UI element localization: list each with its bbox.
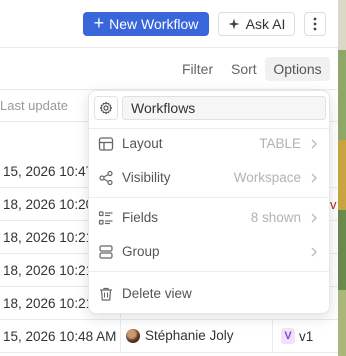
view-name-row xyxy=(89,91,329,127)
new-workflow-label: New Workflow xyxy=(109,16,199,32)
menu-item-label: Fields xyxy=(122,210,159,225)
avatar xyxy=(126,328,140,343)
gear-icon xyxy=(99,101,113,115)
updated-by-cell[interactable]: Stéphanie Joly xyxy=(126,328,234,343)
sparkle-icon xyxy=(228,18,240,30)
column-divider xyxy=(272,320,273,353)
version-label: v1 xyxy=(299,328,314,344)
share-icon xyxy=(99,170,113,186)
version-badge: V xyxy=(281,328,295,344)
version-cell-peek: v xyxy=(330,197,337,212)
menu-divider xyxy=(89,197,329,198)
menu-item-label: Group xyxy=(122,244,160,259)
menu-item-label: Delete view xyxy=(122,286,192,301)
group-icon xyxy=(99,245,113,259)
column-header-last-update[interactable]: Last update xyxy=(0,98,68,113)
chevron-right-icon xyxy=(311,247,317,257)
trash-icon xyxy=(100,287,112,301)
version-cell: V v1 xyxy=(281,328,313,344)
side-pane-edge xyxy=(338,0,346,356)
options-menu: Layout TABLE Visibility Workspace xyxy=(88,90,330,314)
menu-item-label: Layout xyxy=(122,136,163,151)
page-header: + New Workflow Ask AI xyxy=(0,0,338,48)
table-row[interactable]: 15, 2026 10:48 AM Stéphanie Joly V v1 xyxy=(0,320,338,353)
last-update-cell: 15, 2026 10:48 AM xyxy=(3,329,117,344)
view-name-input[interactable] xyxy=(122,96,326,120)
plus-icon: + xyxy=(93,13,105,33)
column-divider xyxy=(120,320,121,353)
chevron-right-icon xyxy=(311,173,317,183)
menu-item-value: 8 shown xyxy=(250,210,301,225)
menu-item-visibility[interactable]: Visibility Workspace xyxy=(89,163,329,193)
sort-button[interactable]: Sort xyxy=(231,61,257,77)
view-bar: Filter Sort Options xyxy=(0,48,338,90)
menu-divider xyxy=(89,271,329,272)
ask-ai-button[interactable]: Ask AI xyxy=(218,12,295,36)
menu-item-delete-view[interactable]: Delete view xyxy=(89,279,329,309)
options-button[interactable]: Options xyxy=(265,57,330,81)
menu-item-fields[interactable]: Fields 8 shown xyxy=(89,203,329,233)
chevron-right-icon xyxy=(311,139,317,149)
filter-button[interactable]: Filter xyxy=(182,61,213,77)
ask-ai-label: Ask AI xyxy=(245,16,286,32)
menu-item-layout[interactable]: Layout TABLE xyxy=(89,129,329,159)
more-options-button[interactable] xyxy=(304,12,326,36)
more-vertical-icon xyxy=(313,17,317,31)
menu-item-value: TABLE xyxy=(259,136,301,151)
menu-item-group[interactable]: Group xyxy=(89,237,329,267)
menu-item-label: Visibility xyxy=(122,170,171,185)
view-icon-button[interactable] xyxy=(94,96,118,120)
fields-list-icon xyxy=(98,211,113,225)
user-name: Stéphanie Joly xyxy=(145,328,234,343)
chevron-right-icon xyxy=(311,213,317,223)
menu-item-value: Workspace xyxy=(233,170,301,185)
new-workflow-button[interactable]: + New Workflow xyxy=(83,12,209,36)
layout-icon xyxy=(98,137,114,151)
